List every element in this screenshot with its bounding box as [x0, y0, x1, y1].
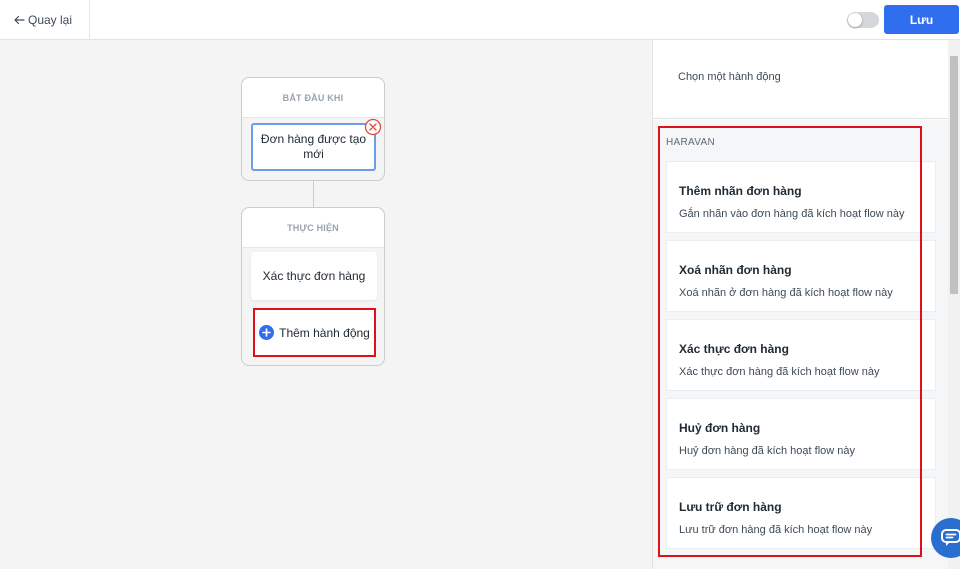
- option-title: Thêm nhãn đơn hàng: [679, 184, 802, 198]
- action-option-add-tag[interactable]: Thêm nhãn đơn hàng Gắn nhãn vào đơn hàng…: [666, 161, 936, 233]
- scrollbar-thumb[interactable]: [950, 56, 958, 294]
- add-action-button[interactable]: Thêm hành động: [253, 308, 376, 357]
- back-button[interactable]: Quay lại: [0, 0, 90, 39]
- option-title: Xoá nhãn đơn hàng: [679, 263, 792, 277]
- toggle-knob: [848, 13, 862, 27]
- panel-body[interactable]: HARAVAN Thêm nhãn đơn hàng Gắn nhãn vào …: [653, 120, 948, 569]
- start-card: BẮT ĐẦU KHI Đơn hàng được tạo mới: [241, 77, 385, 181]
- arrow-left-icon: [14, 15, 25, 24]
- option-desc: Gắn nhãn vào đơn hàng đã kích hoạt flow …: [679, 208, 905, 220]
- panel-scrollbar[interactable]: [948, 40, 960, 569]
- top-bar: Quay lại Lưu: [0, 0, 960, 40]
- action-panel: Chọn một hành động HARAVAN Thêm nhãn đơn…: [652, 40, 948, 569]
- back-label: Quay lại: [28, 12, 73, 27]
- option-title: Lưu trữ đơn hàng: [679, 500, 782, 514]
- option-desc: Lưu trữ đơn hàng đã kích hoạt flow này: [679, 524, 873, 536]
- close-circle-icon[interactable]: [364, 118, 382, 136]
- action-option-archive-order[interactable]: Lưu trữ đơn hàng Lưu trữ đơn hàng đã kíc…: [666, 477, 936, 549]
- option-desc: Xác thực đơn hàng đã kích hoạt flow này: [679, 366, 880, 378]
- flow-canvas: BẮT ĐẦU KHI Đơn hàng được tạo mới THỰC H…: [0, 40, 652, 569]
- section-label: HARAVAN: [666, 137, 715, 148]
- actions-card: THỰC HIỆN Xác thực đơn hàng Thêm hành độ…: [241, 207, 385, 366]
- actions-card-title: THỰC HIỆN: [242, 208, 384, 248]
- flow-connector: [313, 181, 314, 207]
- save-button[interactable]: Lưu: [884, 5, 959, 34]
- action-item[interactable]: Xác thực đơn hàng: [251, 252, 377, 300]
- trigger-item[interactable]: Đơn hàng được tạo mới: [251, 123, 376, 171]
- chat-icon: [941, 529, 960, 546]
- panel-header: Chọn một hành động: [653, 40, 948, 119]
- option-title: Xác thực đơn hàng: [679, 342, 789, 356]
- add-action-label: Thêm hành động: [279, 325, 370, 340]
- start-card-title: BẮT ĐẦU KHI: [242, 78, 384, 118]
- action-option-confirm-order[interactable]: Xác thực đơn hàng Xác thực đơn hàng đã k…: [666, 319, 936, 391]
- option-title: Huỷ đơn hàng: [679, 421, 761, 435]
- plus-circle-icon: [259, 325, 275, 340]
- action-option-cancel-order[interactable]: Huỷ đơn hàng Huỷ đơn hàng đã kích hoạt f…: [666, 398, 936, 470]
- option-desc: Xoá nhãn ở đơn hàng đã kích hoạt flow nà…: [679, 287, 893, 299]
- flow-active-toggle[interactable]: [847, 12, 879, 28]
- option-desc: Huỷ đơn hàng đã kích hoạt flow này: [679, 445, 855, 457]
- action-option-remove-tag[interactable]: Xoá nhãn đơn hàng Xoá nhãn ở đơn hàng đã…: [666, 240, 936, 312]
